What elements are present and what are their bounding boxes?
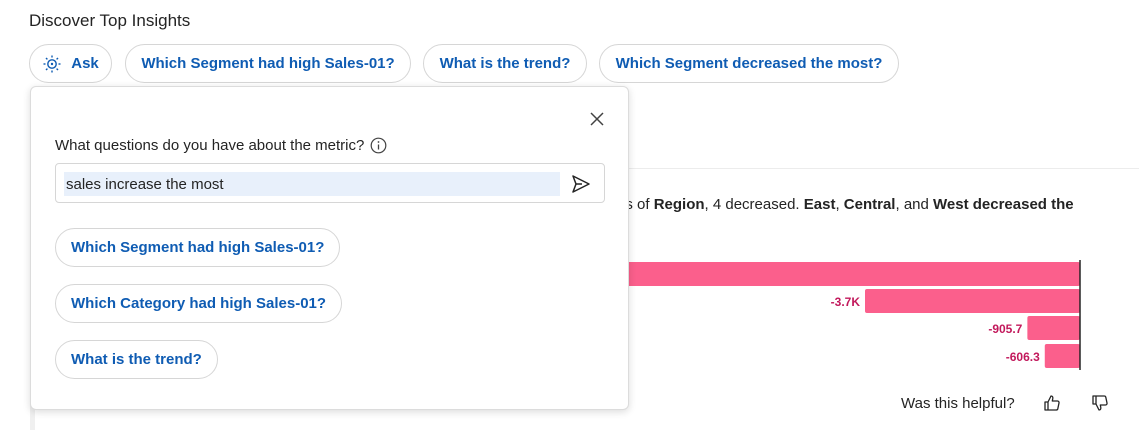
thumbs-down-button[interactable] [1090,393,1110,413]
send-icon [572,175,590,193]
thumbs-up-button[interactable] [1042,393,1062,413]
summary-bold-east: East [803,196,836,213]
bar-value-label: -905.7 [988,322,1022,336]
chart-bar[interactable] [1027,316,1080,340]
close-button[interactable] [587,109,607,129]
info-icon[interactable] [370,137,387,154]
suggested-question-chip[interactable]: Which Segment had high Sales-01? [125,44,411,83]
bar-chart-svg: -3.7K -905.7 -606.3 [520,260,1081,370]
question-input[interactable] [64,172,560,196]
question-input-box [55,163,605,203]
chart-bar[interactable] [1044,344,1080,368]
decrease-bar-chart: -3.7K -905.7 -606.3 [520,250,1090,375]
summary-bold-region: Region [653,196,705,213]
chip-label: What is the trend? [439,55,571,72]
ask-chip-label: Ask [71,55,99,72]
close-icon [590,112,604,126]
page-title: Discover Top Insights [29,11,191,30]
lightbulb-icon [42,54,62,74]
ask-chip[interactable]: Ask [29,44,112,83]
summary-text: , 4 decreased. [704,196,804,213]
summary-bold-west: West decreased the [933,196,1074,213]
send-button[interactable] [570,173,592,195]
chip-label: Which Segment decreased the most? [615,55,883,72]
suggestion-label: What is the trend? [71,351,202,368]
suggested-question[interactable]: What is the trend? [55,340,218,379]
insight-summary: ers of Region, 4 decreased. East, Centra… [612,196,1074,213]
chart-bar[interactable] [865,289,1080,313]
suggested-question-chip[interactable]: What is the trend? [423,44,587,83]
bar-value-label: -606.3 [1006,350,1040,364]
summary-text: , [835,196,844,213]
thumbs-up-icon [1044,395,1060,411]
thumbs-down-icon [1092,395,1108,411]
ask-question-popover: What questions do you have about the met… [30,86,629,410]
summary-text: , and [895,196,934,213]
bar-value-label: -3.7K [831,295,861,309]
suggested-question[interactable]: Which Segment had high Sales-01? [55,228,341,267]
suggestion-label: Which Segment had high Sales-01? [71,239,325,256]
suggestion-label: Which Category had high Sales-01? [71,295,327,312]
question-label: What questions do you have about the met… [55,137,387,154]
suggested-question-chip[interactable]: Which Segment decreased the most? [599,44,899,83]
helpful-prompt: Was this helpful? [901,395,1015,412]
summary-bold-central: Central [843,196,896,213]
suggested-question[interactable]: Which Category had high Sales-01? [55,284,343,323]
question-label-text: What questions do you have about the met… [55,137,365,154]
chip-label: Which Segment had high Sales-01? [141,55,395,72]
